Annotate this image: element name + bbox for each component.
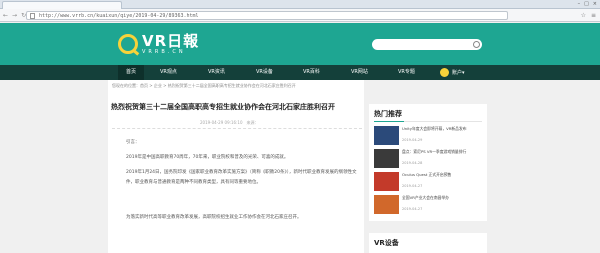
- article-paragraph: 2019年是中国高职教育70周年，70年来，职业院校和普及的光荣、可喜的成就。: [126, 155, 289, 160]
- main-nav: 首页 VR观点 VR资讯 VR设备 VR百科 VR网站 VR专题 账户 ▾: [0, 65, 600, 80]
- browser-tab-bar: – □ ×: [0, 0, 600, 9]
- chevron-down-icon: ▾: [462, 69, 465, 76]
- search-icon[interactable]: [473, 41, 480, 48]
- site-header: VR日報 VRRB.CN: [0, 23, 600, 65]
- list-item[interactable]: Oculus Quest 正式开启预售 2019-04-27: [374, 172, 484, 194]
- url-text: http://www.vrrb.cn/kuaixun/qiye/2019-04-…: [39, 13, 199, 19]
- item-date: 2019-04-29: [402, 138, 423, 142]
- panel-heading: 热门推荐: [374, 110, 402, 118]
- article: 您现在的位置：首页 > 企业 > 热烈祝贺第三十二届全国高职高专招生就业协作会在…: [108, 80, 364, 253]
- nav-vr-topics[interactable]: VR专题: [398, 65, 415, 80]
- back-icon[interactable]: ←: [3, 12, 8, 19]
- thumbnail: [374, 195, 399, 214]
- item-date: 2019-04-27: [402, 207, 423, 211]
- list-item[interactable]: Unity年度大会即将开幕，VR新品发布 2019-04-29: [374, 126, 484, 148]
- nav-home[interactable]: 首页: [118, 65, 145, 80]
- thumbnail: [374, 172, 399, 191]
- star-icon[interactable]: ☆: [581, 12, 586, 19]
- logo-mark-icon: [118, 34, 138, 54]
- item-date: 2019-04-27: [402, 184, 423, 188]
- thumbnail: [374, 126, 399, 145]
- url-input[interactable]: http://www.vrrb.cn/kuaixun/qiye/2019-04-…: [26, 11, 508, 20]
- nav-vr-views[interactable]: VR观点: [160, 65, 177, 80]
- user-menu[interactable]: 账户 ▾: [440, 67, 465, 78]
- item-title: 盘点：索尼PS VR一季度游戏销量排行: [402, 149, 467, 154]
- maximize-icon[interactable]: □: [584, 1, 589, 7]
- nav-vr-news[interactable]: VR资讯: [208, 65, 225, 80]
- menu-icon[interactable]: ≡: [591, 12, 596, 19]
- article-paragraph: 引言：: [126, 140, 140, 145]
- avatar: [440, 68, 449, 77]
- browser-nav: ← → ↻: [3, 12, 26, 19]
- vr-devices-panel: VR设备: [369, 233, 487, 253]
- article-paragraph: 2019年1月24日，国务院印发《国家职业教育改革实施方案》（简称《职教20条》…: [126, 170, 357, 185]
- thumbnail: [374, 149, 399, 168]
- browser-actions: ☆ ≡: [581, 12, 596, 19]
- user-label: 账户: [452, 70, 463, 76]
- minimize-icon[interactable]: –: [578, 1, 581, 7]
- nav-vr-devices[interactable]: VR设备: [256, 65, 273, 80]
- item-date: 2019-04-28: [402, 161, 423, 165]
- list-item[interactable]: 全国VR产业大会在南昌举办 2019-04-27: [374, 195, 484, 217]
- site-logo[interactable]: VR日報 VRRB.CN: [118, 33, 199, 55]
- article-title: 热烈祝贺第三十二届全国高职高专招生就业协作会在河北石家庄胜利召开: [111, 103, 335, 111]
- nav-vr-wiki[interactable]: VR百科: [303, 65, 320, 80]
- address-bar: ← → ↻ http://www.vrrb.cn/kuaixun/qiye/20…: [0, 9, 600, 22]
- logo-title: VR日報: [142, 31, 200, 50]
- item-title: Unity年度大会即将开幕，VR新品发布: [402, 126, 467, 131]
- item-title: 全国VR产业大会在南昌举办: [402, 195, 450, 200]
- item-title: Oculus Quest 正式开启预售: [402, 172, 452, 177]
- breadcrumb: 您现在的位置：首页 > 企业 > 热烈祝贺第三十二届全国高职高专招生就业协作会在…: [112, 83, 296, 88]
- browser-tab[interactable]: [2, 1, 122, 9]
- nav-vr-sites[interactable]: VR网站: [351, 65, 368, 80]
- panel-heading: VR设备: [374, 239, 399, 247]
- article-paragraph: 为落实新时代高等职业教育改革发展，高职院校招生就业工作协作会在河北石家庄召开。: [126, 215, 302, 220]
- hot-recommend-panel: 热门推荐 Unity年度大会即将开幕，VR新品发布 2019-04-29 盘点：…: [369, 104, 487, 221]
- search-input[interactable]: [372, 39, 482, 50]
- page-icon: [30, 13, 35, 19]
- article-meta: 2019-04-29 09:16:10 来源：: [200, 120, 259, 125]
- window-controls: – □ ×: [578, 1, 597, 7]
- close-icon[interactable]: ×: [593, 1, 597, 7]
- list-item[interactable]: 盘点：索尼PS VR一季度游戏销量排行 2019-04-28: [374, 149, 484, 171]
- divider: [374, 121, 482, 122]
- divider: [112, 128, 362, 129]
- forward-icon[interactable]: →: [12, 12, 17, 19]
